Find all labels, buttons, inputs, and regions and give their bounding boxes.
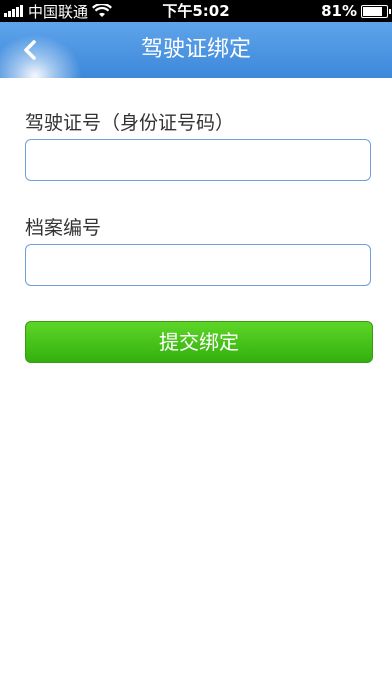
battery-level: [363, 6, 382, 16]
battery-tip: [389, 8, 391, 14]
status-bar: 中国联通 下午5:02 81%: [0, 0, 392, 22]
record-number-label: 档案编号: [25, 217, 102, 239]
page-title: 驾驶证绑定: [140, 37, 251, 62]
license-number-input[interactable]: [25, 139, 371, 181]
battery-icon: [361, 4, 391, 18]
record-number-input[interactable]: [25, 244, 371, 286]
navigation-bar: 驾驶证绑定: [0, 22, 392, 78]
status-right: 81%: [321, 0, 391, 22]
license-number-label: 驾驶证号（身份证号码）: [25, 112, 235, 134]
submit-binding-button[interactable]: 提交绑定: [25, 321, 373, 363]
battery-percentage: 81%: [321, 2, 357, 20]
